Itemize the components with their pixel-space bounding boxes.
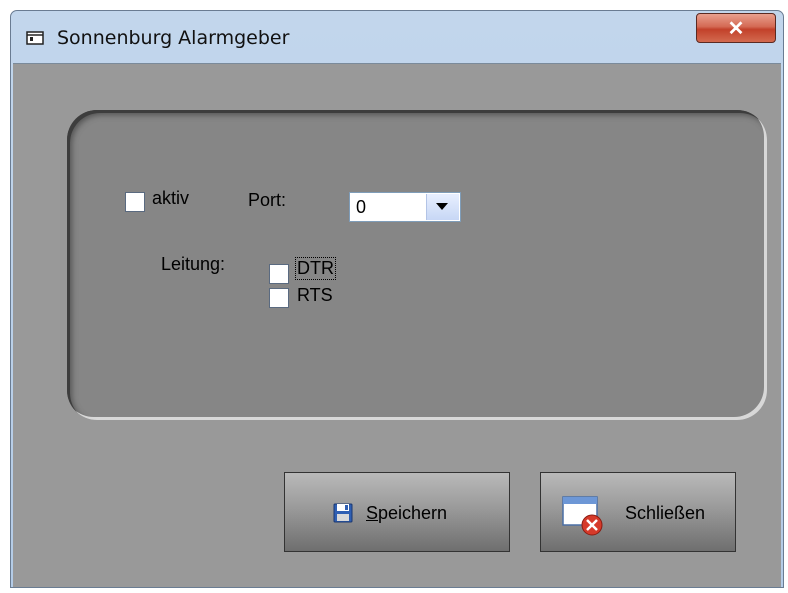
save-button[interactable]: Speichern <box>284 472 510 552</box>
leitung-label: Leitung: <box>161 254 226 274</box>
window-close-button[interactable]: ✕ <box>696 13 776 43</box>
title-bar[interactable]: Sonnenburg Alarmgeber ✕ <box>11 11 783 63</box>
dropdown-button[interactable] <box>426 194 459 220</box>
client-area: aktiv Port: 0 Leitung: DTR RTS Speichern… <box>13 63 781 587</box>
port-dropdown[interactable]: 0 <box>349 192 461 222</box>
aktiv-label: aktiv <box>152 188 190 208</box>
port-value: 0 <box>356 197 367 217</box>
dtr-label: DTR <box>295 257 336 280</box>
rts-label: RTS <box>297 285 333 305</box>
floppy-disk-icon <box>333 503 353 523</box>
save-button-label: Speichern <box>366 503 448 523</box>
app-window: Sonnenburg Alarmgeber ✕ aktiv Port: 0 Le… <box>10 10 784 588</box>
close-button-label: Schließen <box>625 503 706 523</box>
close-icon: ✕ <box>727 17 745 40</box>
port-label: Port: <box>248 190 287 210</box>
dtr-checkbox[interactable] <box>269 264 289 284</box>
window-close-icon <box>562 496 603 536</box>
window-title: Sonnenburg Alarmgeber <box>57 27 290 49</box>
rts-checkbox[interactable] <box>269 288 289 308</box>
close-button[interactable]: Schließen <box>540 472 736 552</box>
aktiv-checkbox[interactable] <box>125 192 145 212</box>
window-icon <box>26 31 44 45</box>
chevron-down-icon <box>436 203 448 210</box>
